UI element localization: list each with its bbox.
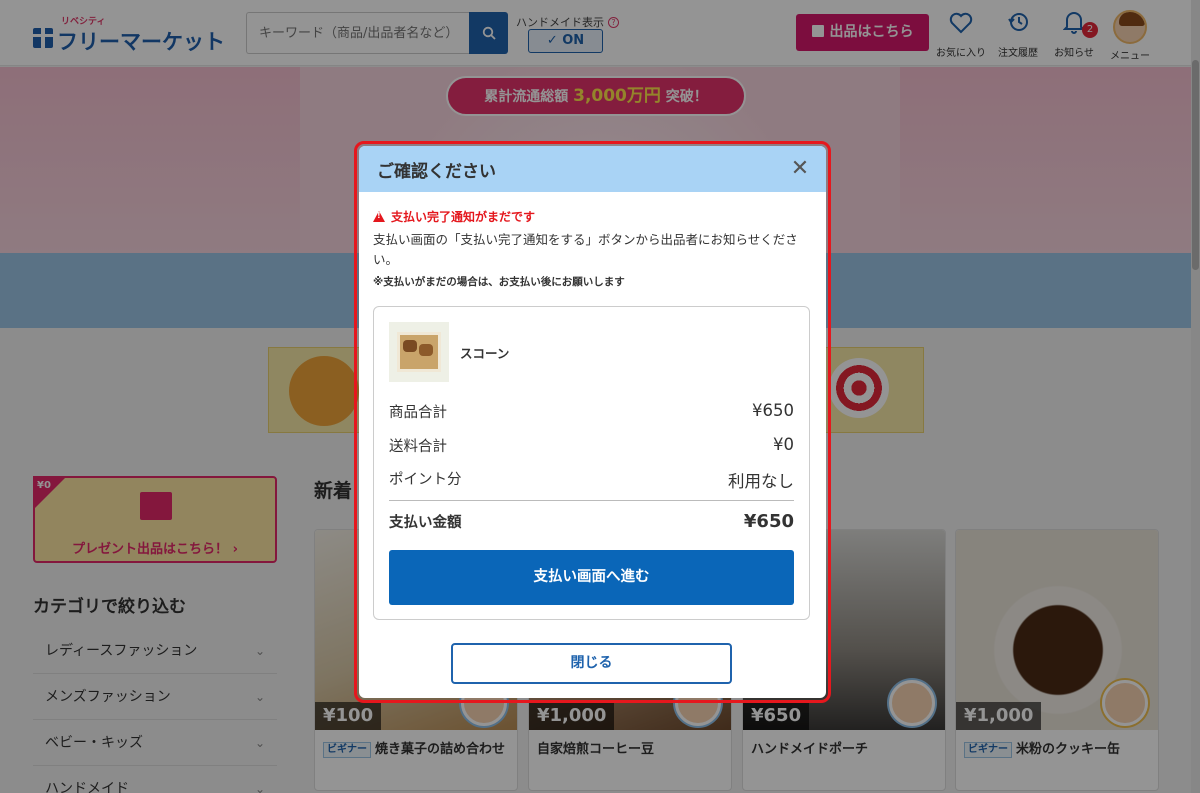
summary-value: 利用なし bbox=[728, 472, 794, 491]
dialog-message: 支払い画面の「支払い完了通知をする」ボタンから出品者にお知らせください。 bbox=[373, 232, 798, 267]
dialog-note: ※支払いがまだの場合は、お支払い後にお願いします bbox=[373, 276, 625, 288]
summary-label: 送料合計 bbox=[389, 439, 447, 455]
order-summary: スコーン 商品合計 ¥650 送料合計 ¥0 ポイント分 利用なし 支払い金額 … bbox=[373, 306, 810, 620]
summary-row-subtotal: 商品合計 ¥650 bbox=[389, 401, 794, 423]
dialog-header: ご確認ください ✕ bbox=[359, 146, 826, 192]
total-label: 支払い金額 bbox=[389, 515, 462, 531]
scone-illustration bbox=[419, 344, 433, 356]
warning-message: 支払い完了通知がまだです bbox=[373, 208, 535, 225]
summary-label: ポイント分 bbox=[389, 472, 462, 488]
close-button[interactable]: 閉じる bbox=[451, 643, 732, 684]
summary-label: 商品合計 bbox=[389, 405, 447, 421]
warning-icon bbox=[373, 211, 385, 222]
scone-illustration bbox=[403, 340, 417, 352]
summary-row-points: ポイント分 利用なし bbox=[389, 468, 794, 491]
product-name: スコーン bbox=[460, 346, 510, 361]
page: リベシティ フリーマーケット ハンドメイド表示? ✓ ON 出品はこちら お気に… bbox=[0, 0, 1200, 793]
summary-row-total: 支払い金額 ¥650 bbox=[389, 511, 794, 533]
warning-text: 支払い完了通知がまだです bbox=[391, 210, 536, 224]
summary-value: ¥0 bbox=[773, 435, 794, 454]
dialog-title: ご確認ください bbox=[377, 162, 496, 182]
close-icon[interactable]: ✕ bbox=[787, 156, 813, 182]
product-thumbnail bbox=[389, 322, 449, 382]
summary-row-shipping: 送料合計 ¥0 bbox=[389, 435, 794, 457]
total-value: ¥650 bbox=[743, 511, 794, 532]
confirm-dialog: ご確認ください ✕ 支払い完了通知がまだです 支払い画面の「支払い完了通知をする… bbox=[359, 146, 826, 698]
proceed-to-payment-button[interactable]: 支払い画面へ進む bbox=[389, 550, 794, 605]
summary-value: ¥650 bbox=[752, 401, 794, 420]
summary-divider bbox=[389, 500, 794, 501]
